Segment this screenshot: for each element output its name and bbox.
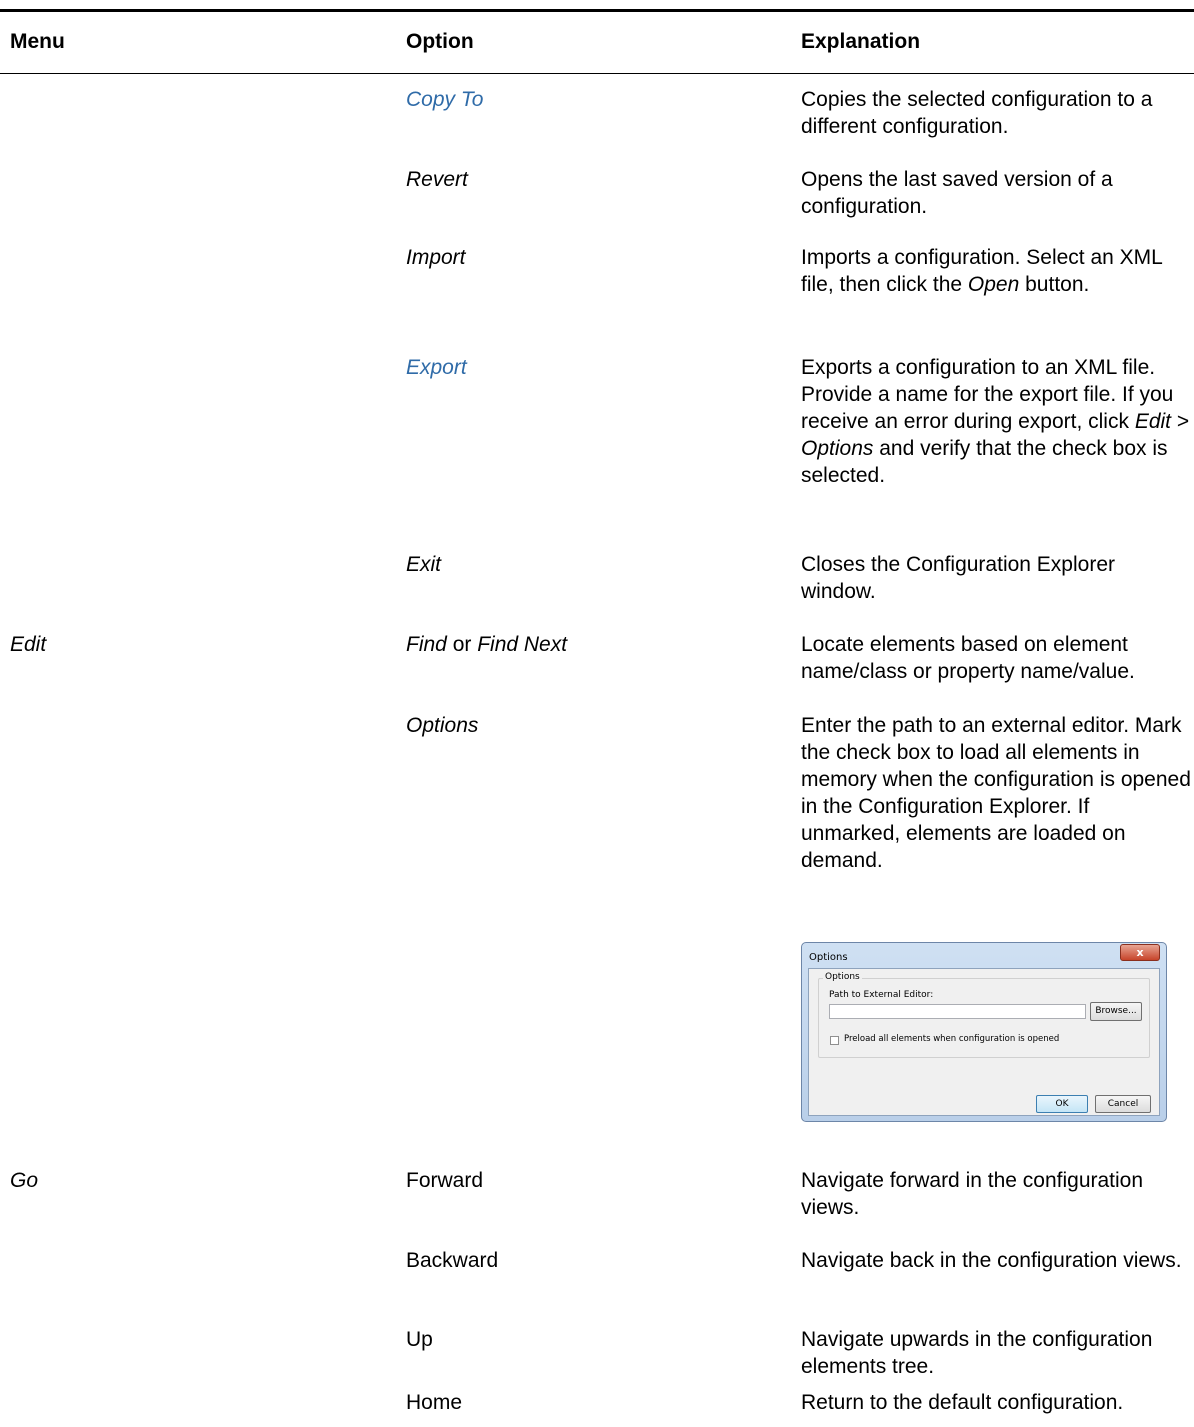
option-options: Options — [406, 714, 479, 737]
option-copy-to[interactable]: Copy To — [406, 86, 786, 113]
options-term: Options — [801, 437, 874, 460]
find-next-term: Find Next — [477, 633, 568, 656]
option-export[interactable]: Export — [406, 354, 786, 381]
header-menu: Menu — [10, 30, 65, 53]
browse-button[interactable]: Browse... — [1090, 1002, 1142, 1021]
explanation-find: Locate elements based on element name/cl… — [801, 633, 1135, 683]
dialog-body: Options Path to External Editor: Browse.… — [808, 968, 1160, 1116]
option-up: Up — [406, 1328, 433, 1351]
explanation-home: Return to the default configuration. — [801, 1391, 1124, 1414]
header-explanation: Explanation — [801, 30, 921, 53]
menu-edit: Edit — [10, 633, 47, 656]
option-revert: Revert — [406, 168, 468, 191]
table-top-rule — [0, 9, 1194, 12]
option-import: Import — [406, 246, 466, 269]
options-group: Options Path to External Editor: Browse.… — [818, 972, 1150, 1058]
explanation-exit: Closes the Configuration Explorer window… — [801, 553, 1115, 603]
option-backward: Backward — [406, 1249, 499, 1272]
group-label: Options — [823, 972, 862, 982]
path-label: Path to External Editor: — [829, 990, 934, 1000]
dialog-title: Options — [809, 952, 848, 963]
explanation-options: Enter the path to an external editor. Ma… — [801, 714, 1191, 872]
explanation-revert: Opens the last saved version of a config… — [801, 168, 1113, 218]
option-find: Find or Find Next — [406, 631, 786, 658]
explanation-text: Exports a configuration to an XML file. … — [801, 356, 1174, 433]
explanation-forward: Navigate forward in the configuration vi… — [801, 1169, 1144, 1219]
option-exit: Exit — [406, 553, 442, 576]
or-text: or — [446, 633, 478, 656]
options-dialog: Options x Options Path to External Edito… — [801, 942, 1167, 1122]
ok-button[interactable]: OK — [1036, 1095, 1088, 1113]
preload-label: Preload all elements when configuration … — [844, 1034, 1060, 1044]
close-icon[interactable]: x — [1120, 944, 1160, 961]
explanation-export: Exports a configuration to an XML file. … — [801, 354, 1191, 489]
header-rule — [0, 73, 1194, 74]
explanation-backward: Navigate back in the configuration views… — [801, 1249, 1182, 1272]
preload-checkbox[interactable] — [830, 1036, 839, 1045]
find-term: Find — [406, 633, 447, 656]
option-home: Home — [406, 1391, 463, 1414]
external-editor-path-input[interactable] — [829, 1004, 1086, 1019]
open-term: Open — [967, 273, 1020, 296]
explanation-text: button. — [1019, 273, 1090, 296]
explanation-import: Imports a configuration. Select an XML f… — [801, 244, 1191, 298]
document-page: Menu Option Explanation Copy To Copies t… — [0, 0, 1194, 1427]
menu-go: Go — [10, 1169, 39, 1192]
edit-term: Edit — [1134, 410, 1171, 433]
header-option: Option — [406, 30, 474, 53]
option-forward: Forward — [406, 1169, 484, 1192]
explanation-up: Navigate upwards in the configuration el… — [801, 1328, 1153, 1378]
explanation-copy-to: Copies the selected configuration to a d… — [801, 88, 1153, 138]
cancel-button[interactable]: Cancel — [1095, 1095, 1151, 1113]
explanation-text: > — [1171, 410, 1190, 433]
